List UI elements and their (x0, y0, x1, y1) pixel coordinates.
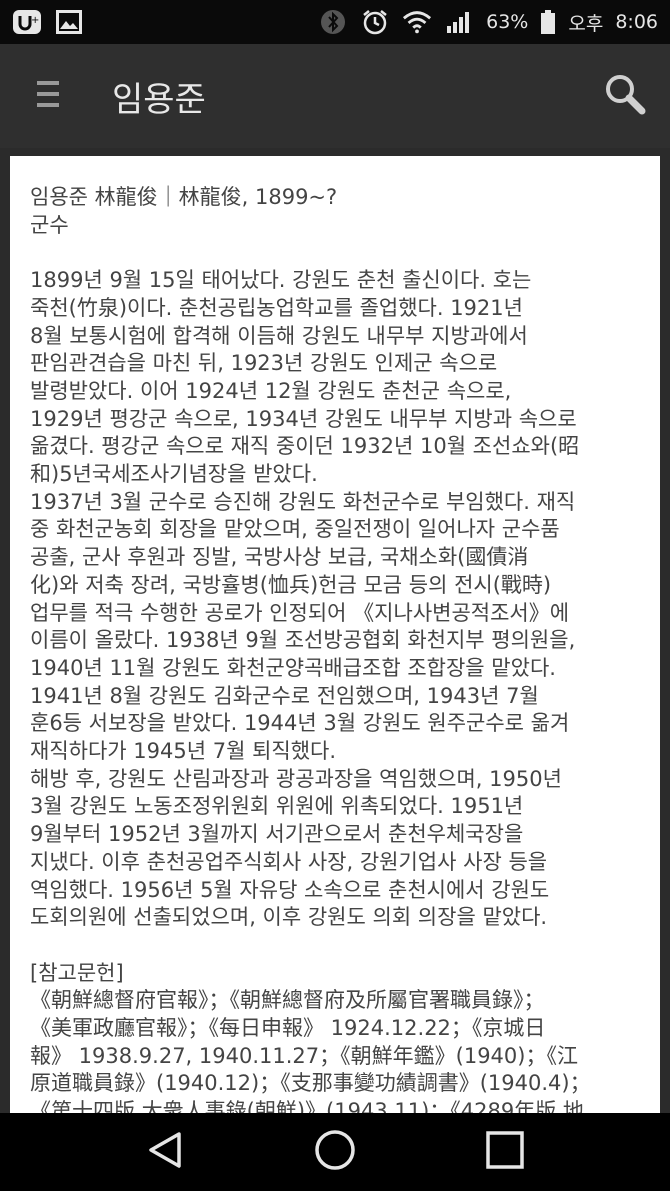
uplus-icon: + (12, 9, 42, 35)
home-button[interactable] (295, 1113, 375, 1191)
article-line: 《美軍政廳官報》；《每日申報》 1924.12.22；《京城日 (30, 1016, 546, 1041)
article-line: 발령받았다. 이어 1924년 12월 강원도 춘천군 속으로, (30, 378, 512, 403)
article-line: 原道職員錄》(1940.12)；《支那事變功績調書》(1940.4)； (30, 1071, 591, 1096)
app-bar: 임용준 (0, 44, 670, 148)
battery-percent: 63% (486, 11, 529, 33)
article-line: 해방 후, 강원도 산림과장과 광공과장을 역임했으며, 1950년 (30, 766, 562, 791)
article-line: 이름이 올랐다. 1938년 9월 조선방공협회 화천지부 평의원을, (30, 628, 576, 653)
article-line: 8월 보통시험에 합격해 이듬해 강원도 내무부 지방과에서 (30, 323, 528, 348)
article-line: 공출, 군사 후원과 징발, 국방사상 보급, 국채소화(國債消 (30, 545, 529, 570)
article-line: 和)5년국세조사기념장을 받았다. (30, 462, 318, 487)
image-icon (54, 9, 84, 35)
back-button[interactable] (125, 1113, 205, 1191)
article-line: 도회의원에 선출되었으며, 이후 강원도 의회 의장을 맡았다. (30, 905, 548, 930)
ampm-label: 오후 (568, 12, 604, 35)
article-line: 1929년 평강군 속으로, 1934년 강원도 내무부 지방과 속으로 (30, 406, 577, 431)
status-bar: + 63% 오후 8:06 (0, 0, 670, 44)
recents-button[interactable] (465, 1113, 545, 1191)
content-area[interactable]: 임용준 林龍俊｜林龍俊, 1899~? 군수 1899년 9월 15일 태어났다. … (0, 148, 670, 1113)
battery-icon (540, 9, 556, 35)
alarm-icon (360, 9, 390, 35)
article-line: 죽천(竹泉)이다. 춘천공립농업학교를 졸업했다. 1921년 (30, 295, 523, 320)
article-line: 3월 강원도 노동조정위원회 위원에 위촉되었다. 1951년 (30, 794, 524, 819)
article-line: [참고문헌] (30, 960, 124, 985)
menu-button[interactable] (0, 44, 96, 148)
article-line: 1937년 3월 군수로 승진해 강원도 화천군수로 부임했다. 재직 (30, 489, 576, 514)
article-line: 훈6등 서보장을 받았다. 1944년 3월 강원도 원주군수로 옮겨 (30, 711, 570, 736)
article-line: 중 화천군농회 회장을 맡았으며, 중일전쟁이 일어나자 군수품 (30, 517, 560, 542)
article-body: 임용준 林龍俊｜林龍俊, 1899~? 군수 1899년 9월 15일 태어났다. … (30, 184, 660, 1113)
article-line: 업무를 적극 수행한 공로가 인정되어 《지나사변공적조서》에 (30, 600, 570, 625)
article-line: 재직하다가 1945년 7월 퇴직했다. (30, 739, 337, 764)
article-line: 판임관견습을 마친 뒤, 1923년 강원도 인제군 속으로 (30, 351, 498, 376)
article-line: 9월부터 1952년 3월까지 서기관으로서 춘천우체국장을 (30, 822, 524, 847)
search-button[interactable] (580, 44, 670, 148)
article-line: 報》 1938.9.27, 1940.11.27；《朝鮮年鑑》(1940)；《江 (30, 1043, 578, 1068)
article-line: 임용준 林龍俊｜林龍俊, 1899~? (30, 185, 338, 209)
article-line: 1940년 11월 강원도 화천군양곡배급조합 조합장을 맡았다. (30, 655, 556, 680)
svg-text:+: + (31, 15, 39, 26)
page-title: 임용준 (112, 79, 206, 120)
bluetooth-icon (318, 9, 348, 35)
article-line: 1899년 9월 15일 태어났다. 강원도 춘천 출신이다. 호는 (30, 268, 532, 293)
home-icon (314, 1129, 356, 1175)
article-card: 임용준 林龍俊｜林龍俊, 1899~? 군수 1899년 9월 15일 태어났다. … (10, 156, 660, 1113)
status-bar-right: 63% 오후 8:06 (318, 9, 658, 36)
clock-time: 8:06 (615, 11, 658, 33)
article-line: 化)와 저축 장려, 국방휼병(恤兵)헌금 모금 등의 전시(戰時) (30, 572, 552, 597)
signal-icon (444, 9, 474, 35)
article-line: 군수 (30, 212, 69, 237)
article-line: 지냈다. 이후 춘천공업주식회사 사장, 강원기업사 사장 등을 (30, 849, 548, 874)
article-line: 역임했다. 1956년 5월 자유당 소속으로 춘천시에서 강원도 (30, 877, 550, 902)
wifi-icon (402, 9, 432, 35)
search-icon (603, 72, 647, 120)
article-line: 《第十四版 大衆人事錄(朝鮮)》(1943.11)；《4289年版 地 (30, 1099, 584, 1113)
back-icon (145, 1130, 185, 1174)
navigation-bar (0, 1113, 670, 1191)
hamburger-icon (37, 79, 59, 113)
article-line: 옮겼다. 평강군 속으로 재직 중이던 1932년 10월 조선쇼와(昭 (30, 434, 580, 459)
article-line: 《朝鮮總督府官報》；《朝鮮總督府及所屬官署職員錄》； (30, 988, 545, 1013)
recents-icon (485, 1130, 525, 1174)
article-line: 1941년 8월 강원도 김화군수로 전임했으며, 1943년 7월 (30, 683, 539, 708)
status-bar-left: + (12, 9, 84, 35)
